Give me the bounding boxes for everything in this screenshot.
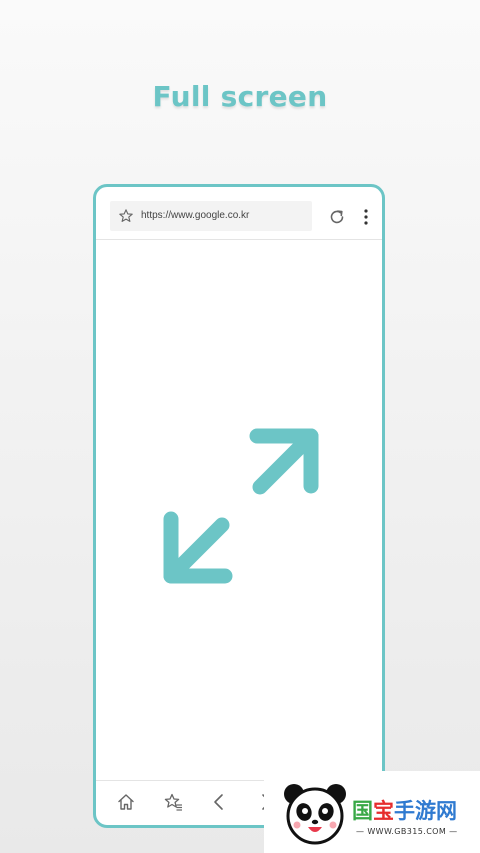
url-text[interactable]: https://www.google.co.kr: [141, 210, 249, 221]
watermark-title: 国宝手游网: [352, 795, 478, 825]
watermark-url: — WWW.GB315.COM —: [356, 827, 458, 836]
site-watermark: 国宝手游网 — WWW.GB315.COM —: [264, 771, 480, 853]
home-icon[interactable]: [116, 792, 136, 812]
back-icon[interactable]: [209, 792, 229, 812]
browser-address-bar: https://www.google.co.kr: [96, 187, 382, 240]
more-vertical-icon[interactable]: [363, 208, 369, 226]
panda-logo-icon: [284, 784, 346, 845]
star-icon[interactable]: [118, 208, 134, 224]
page-headline: Full screen: [152, 80, 328, 113]
watermark-char-2: 宝: [373, 799, 394, 823]
url-field[interactable]: https://www.google.co.kr: [110, 201, 312, 231]
watermark-char-3: 手游网: [394, 799, 457, 823]
watermark-char-1: 国: [352, 799, 373, 823]
reload-icon[interactable]: [327, 207, 347, 227]
phone-mockup: https://www.google.co.kr: [93, 184, 385, 828]
fullscreen-expand-icon: [163, 428, 319, 584]
bookmarks-icon[interactable]: [163, 792, 183, 812]
